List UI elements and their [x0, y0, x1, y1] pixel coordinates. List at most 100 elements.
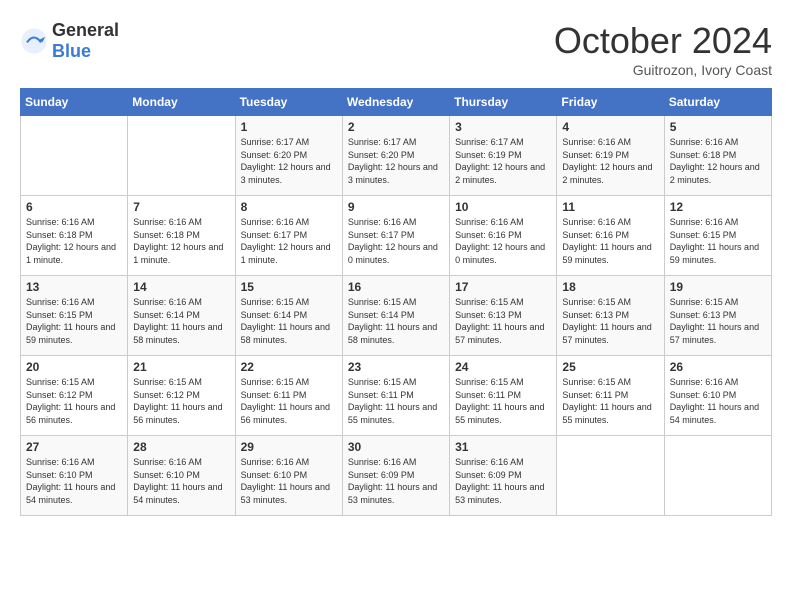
day-number: 10 — [455, 200, 551, 214]
calendar-cell: 4 Sunrise: 6:16 AM Sunset: 6:19 PM Daylig… — [557, 116, 664, 196]
day-info: Sunrise: 6:15 AM Sunset: 6:12 PM Dayligh… — [133, 376, 229, 426]
day-number: 29 — [241, 440, 337, 454]
day-number: 26 — [670, 360, 766, 374]
day-info: Sunrise: 6:16 AM Sunset: 6:17 PM Dayligh… — [348, 216, 444, 266]
day-number: 6 — [26, 200, 122, 214]
logo-icon — [20, 27, 48, 55]
day-number: 16 — [348, 280, 444, 294]
calendar-cell: 2 Sunrise: 6:17 AM Sunset: 6:20 PM Daylig… — [342, 116, 449, 196]
day-number: 11 — [562, 200, 658, 214]
day-number: 8 — [241, 200, 337, 214]
calendar-cell: 18 Sunrise: 6:15 AM Sunset: 6:13 PM Dayli… — [557, 276, 664, 356]
calendar-cell — [664, 436, 771, 516]
calendar-cell: 15 Sunrise: 6:15 AM Sunset: 6:14 PM Dayli… — [235, 276, 342, 356]
day-number: 4 — [562, 120, 658, 134]
day-number: 24 — [455, 360, 551, 374]
day-info: Sunrise: 6:15 AM Sunset: 6:11 PM Dayligh… — [455, 376, 551, 426]
calendar-cell: 25 Sunrise: 6:15 AM Sunset: 6:11 PM Dayli… — [557, 356, 664, 436]
day-number: 19 — [670, 280, 766, 294]
day-info: Sunrise: 6:16 AM Sunset: 6:15 PM Dayligh… — [670, 216, 766, 266]
day-number: 7 — [133, 200, 229, 214]
calendar-cell: 10 Sunrise: 6:16 AM Sunset: 6:16 PM Dayli… — [450, 196, 557, 276]
day-info: Sunrise: 6:16 AM Sunset: 6:18 PM Dayligh… — [133, 216, 229, 266]
day-info: Sunrise: 6:16 AM Sunset: 6:17 PM Dayligh… — [241, 216, 337, 266]
day-info: Sunrise: 6:16 AM Sunset: 6:10 PM Dayligh… — [26, 456, 122, 506]
day-number: 27 — [26, 440, 122, 454]
calendar-cell: 9 Sunrise: 6:16 AM Sunset: 6:17 PM Daylig… — [342, 196, 449, 276]
day-number: 13 — [26, 280, 122, 294]
day-info: Sunrise: 6:16 AM Sunset: 6:18 PM Dayligh… — [670, 136, 766, 186]
calendar-cell: 28Sunrise: 6:16 AM Sunset: 6:10 PM Dayli… — [128, 436, 235, 516]
day-header-monday: Monday — [128, 89, 235, 116]
day-info: Sunrise: 6:17 AM Sunset: 6:19 PM Dayligh… — [455, 136, 551, 186]
calendar-week-row: 1 Sunrise: 6:17 AM Sunset: 6:20 PM Daylig… — [21, 116, 772, 196]
page-header: General Blue October 2024 Guitrozon, Ivo… — [20, 20, 772, 78]
day-number: 23 — [348, 360, 444, 374]
day-number: 25 — [562, 360, 658, 374]
day-info: Sunrise: 6:15 AM Sunset: 6:14 PM Dayligh… — [348, 296, 444, 346]
day-info: Sunrise: 6:15 AM Sunset: 6:14 PM Dayligh… — [241, 296, 337, 346]
calendar-cell: 19 Sunrise: 6:15 AM Sunset: 6:13 PM Dayli… — [664, 276, 771, 356]
day-info: Sunrise: 6:15 AM Sunset: 6:11 PM Dayligh… — [241, 376, 337, 426]
day-number: 12 — [670, 200, 766, 214]
day-number: 2 — [348, 120, 444, 134]
calendar-cell: 26 Sunrise: 6:16 AM Sunset: 6:10 PM Dayli… — [664, 356, 771, 436]
calendar-week-row: 6 Sunrise: 6:16 AM Sunset: 6:18 PM Daylig… — [21, 196, 772, 276]
calendar-cell: 5 Sunrise: 6:16 AM Sunset: 6:18 PM Daylig… — [664, 116, 771, 196]
calendar-cell: 21 Sunrise: 6:15 AM Sunset: 6:12 PM Dayli… — [128, 356, 235, 436]
calendar-cell — [557, 436, 664, 516]
calendar-cell: 29Sunrise: 6:16 AM Sunset: 6:10 PM Dayli… — [235, 436, 342, 516]
day-number: 1 — [241, 120, 337, 134]
calendar-cell: 14 Sunrise: 6:16 AM Sunset: 6:14 PM Dayli… — [128, 276, 235, 356]
day-info: Sunrise: 6:17 AM Sunset: 6:20 PM Dayligh… — [348, 136, 444, 186]
day-info: Sunrise: 6:16 AM Sunset: 6:10 PM Dayligh… — [670, 376, 766, 426]
calendar-cell: 6 Sunrise: 6:16 AM Sunset: 6:18 PM Daylig… — [21, 196, 128, 276]
logo-blue-text: Blue — [52, 41, 91, 61]
calendar-cell: 23 Sunrise: 6:15 AM Sunset: 6:11 PM Dayli… — [342, 356, 449, 436]
day-number: 15 — [241, 280, 337, 294]
day-info: Sunrise: 6:15 AM Sunset: 6:13 PM Dayligh… — [455, 296, 551, 346]
day-number: 17 — [455, 280, 551, 294]
day-number: 14 — [133, 280, 229, 294]
day-number: 20 — [26, 360, 122, 374]
day-header-friday: Friday — [557, 89, 664, 116]
calendar-week-row: 27 Sunrise: 6:16 AM Sunset: 6:10 PM Dayli… — [21, 436, 772, 516]
day-info: Sunrise: 6:17 AM Sunset: 6:20 PM Dayligh… — [241, 136, 337, 186]
calendar-cell: 31Sunrise: 6:16 AM Sunset: 6:09 PM Dayli… — [450, 436, 557, 516]
day-number: 5 — [670, 120, 766, 134]
day-header-saturday: Saturday — [664, 89, 771, 116]
calendar-cell: 1 Sunrise: 6:17 AM Sunset: 6:20 PM Daylig… — [235, 116, 342, 196]
day-info: Sunrise: 6:15 AM Sunset: 6:11 PM Dayligh… — [348, 376, 444, 426]
calendar-cell: 8 Sunrise: 6:16 AM Sunset: 6:17 PM Daylig… — [235, 196, 342, 276]
calendar-cell: 12 Sunrise: 6:16 AM Sunset: 6:15 PM Dayli… — [664, 196, 771, 276]
day-number: 28 — [133, 440, 229, 454]
day-info: Sunrise: 6:16 AM Sunset: 6:18 PM Dayligh… — [26, 216, 122, 266]
day-info: Sunrise: 6:15 AM Sunset: 6:13 PM Dayligh… — [670, 296, 766, 346]
calendar-cell — [128, 116, 235, 196]
day-number: 30 — [348, 440, 444, 454]
calendar-cell: 17 Sunrise: 6:15 AM Sunset: 6:13 PM Dayli… — [450, 276, 557, 356]
calendar-cell: 27 Sunrise: 6:16 AM Sunset: 6:10 PM Dayli… — [21, 436, 128, 516]
day-info: Sunrise: 6:15 AM Sunset: 6:13 PM Dayligh… — [562, 296, 658, 346]
logo: General Blue — [20, 20, 119, 62]
calendar-cell: 22 Sunrise: 6:15 AM Sunset: 6:11 PM Dayli… — [235, 356, 342, 436]
calendar-table: SundayMondayTuesdayWednesdayThursdayFrid… — [20, 88, 772, 516]
day-info: Sunrise: 6:16 AM Sunset: 6:14 PM Dayligh… — [133, 296, 229, 346]
day-info: Sunrise: 6:16 AM Sunset: 6:19 PM Dayligh… — [562, 136, 658, 186]
day-header-thursday: Thursday — [450, 89, 557, 116]
day-info: Sunrise: 6:16 AM Sunset: 6:09 PM Dayligh… — [348, 456, 444, 506]
location-subtitle: Guitrozon, Ivory Coast — [554, 62, 772, 78]
calendar-cell — [21, 116, 128, 196]
day-info: Sunrise: 6:16 AM Sunset: 6:15 PM Dayligh… — [26, 296, 122, 346]
day-number: 21 — [133, 360, 229, 374]
calendar-week-row: 20 Sunrise: 6:15 AM Sunset: 6:12 PM Dayli… — [21, 356, 772, 436]
day-info: Sunrise: 6:16 AM Sunset: 6:16 PM Dayligh… — [455, 216, 551, 266]
calendar-cell: 11Sunrise: 6:16 AM Sunset: 6:16 PM Dayli… — [557, 196, 664, 276]
day-info: Sunrise: 6:15 AM Sunset: 6:12 PM Dayligh… — [26, 376, 122, 426]
day-number: 18 — [562, 280, 658, 294]
day-header-wednesday: Wednesday — [342, 89, 449, 116]
day-number: 9 — [348, 200, 444, 214]
day-number: 22 — [241, 360, 337, 374]
calendar-cell: 13 Sunrise: 6:16 AM Sunset: 6:15 PM Dayli… — [21, 276, 128, 356]
day-info: Sunrise: 6:15 AM Sunset: 6:11 PM Dayligh… — [562, 376, 658, 426]
